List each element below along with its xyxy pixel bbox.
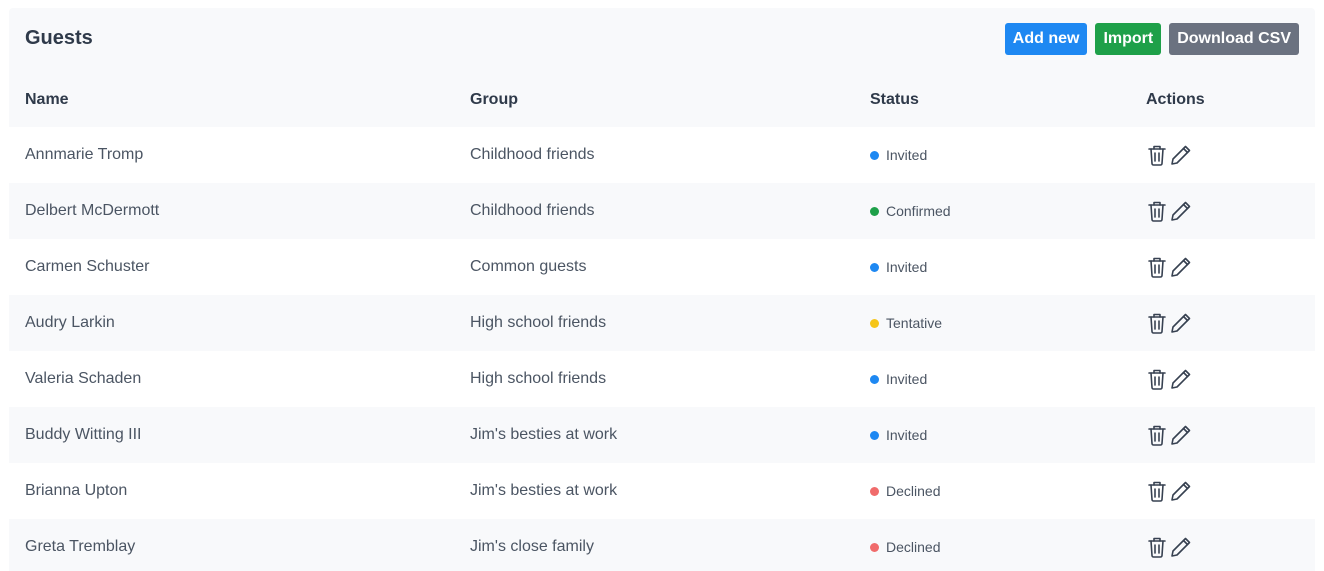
status-label: Invited bbox=[886, 371, 928, 387]
pencil-icon[interactable] bbox=[1170, 535, 1192, 559]
table-row: Annmarie Tromp Childhood friends Invited bbox=[9, 127, 1315, 183]
column-header-group: Group bbox=[470, 91, 518, 108]
status-dot-icon bbox=[870, 318, 879, 328]
status-dot-icon bbox=[870, 262, 879, 272]
status-dot-icon bbox=[870, 486, 879, 496]
guest-name: Greta Tremblay bbox=[25, 538, 136, 555]
row-actions bbox=[1146, 367, 1192, 391]
trash-icon[interactable] bbox=[1146, 199, 1168, 223]
status-label: Declined bbox=[886, 483, 941, 499]
trash-icon[interactable] bbox=[1146, 367, 1168, 391]
table-row: Carmen Schuster Common guests Invited bbox=[9, 239, 1315, 295]
table-row: Valeria Schaden High school friends Invite… bbox=[9, 351, 1315, 407]
download-csv-button[interactable]: Download CSV bbox=[1169, 23, 1299, 55]
row-actions bbox=[1146, 199, 1192, 223]
page-title: Guests bbox=[25, 27, 93, 49]
table-body: Annmarie Tromp Childhood friends Invited De… bbox=[9, 127, 1315, 571]
guest-name: Brianna Upton bbox=[25, 482, 128, 499]
table-row: Greta Tremblay Jim's close family Declined bbox=[9, 519, 1315, 571]
status-label: Invited bbox=[886, 147, 928, 163]
pencil-icon[interactable] bbox=[1170, 311, 1192, 335]
row-actions bbox=[1146, 143, 1192, 167]
row-actions bbox=[1146, 311, 1192, 335]
guest-group: Common guests bbox=[470, 258, 587, 275]
import-button[interactable]: Import bbox=[1095, 23, 1162, 55]
status-badge: Tentative bbox=[870, 315, 942, 331]
trash-icon[interactable] bbox=[1146, 479, 1168, 503]
pencil-icon[interactable] bbox=[1170, 423, 1192, 447]
table-row: Brianna Upton Jim's besties at work Declin… bbox=[9, 463, 1315, 519]
guest-group: High school friends bbox=[470, 370, 607, 387]
add-new-button[interactable]: Add new bbox=[1004, 23, 1088, 55]
guest-group: Jim's besties at work bbox=[470, 426, 618, 443]
guest-name: Delbert McDermott bbox=[25, 202, 160, 219]
status-dot-icon bbox=[870, 374, 879, 384]
guest-name: Audry Larkin bbox=[25, 314, 115, 331]
guest-name: Carmen Schuster bbox=[25, 258, 150, 275]
status-badge: Declined bbox=[870, 483, 940, 499]
status-badge: Invited bbox=[870, 427, 927, 443]
status-dot-icon bbox=[870, 542, 879, 552]
guest-name: Valeria Schaden bbox=[25, 370, 142, 387]
guest-group: Childhood friends bbox=[470, 146, 595, 163]
guest-group: Jim's besties at work bbox=[470, 482, 618, 499]
status-dot-icon bbox=[870, 206, 879, 216]
pencil-icon[interactable] bbox=[1170, 199, 1192, 223]
guest-name: Buddy Witting III bbox=[25, 426, 142, 443]
status-dot-icon bbox=[870, 150, 879, 160]
pencil-icon[interactable] bbox=[1170, 255, 1192, 279]
table-row: Delbert McDermott Childhood friends Confir… bbox=[9, 183, 1315, 239]
status-badge: Invited bbox=[870, 371, 927, 387]
column-header-actions: Actions bbox=[1146, 91, 1205, 108]
status-badge: Invited bbox=[870, 147, 927, 163]
header-actions: Add new Import Download CSV bbox=[1004, 23, 1299, 55]
row-actions bbox=[1146, 255, 1192, 279]
row-actions bbox=[1146, 535, 1192, 559]
status-label: Invited bbox=[886, 427, 928, 443]
trash-icon[interactable] bbox=[1146, 143, 1168, 167]
status-badge: Confirmed bbox=[870, 203, 951, 219]
guest-group: High school friends bbox=[470, 314, 607, 331]
row-actions bbox=[1146, 479, 1192, 503]
pencil-icon[interactable] bbox=[1170, 367, 1192, 391]
status-badge: Invited bbox=[870, 259, 927, 275]
status-label: Declined bbox=[886, 539, 941, 555]
guests-panel: Guests Add new Import Download CSV Name … bbox=[9, 8, 1315, 571]
trash-icon[interactable] bbox=[1146, 255, 1168, 279]
table-row: Audry Larkin High school friends Tentative bbox=[9, 295, 1315, 351]
guest-group: Jim's close family bbox=[470, 538, 594, 555]
status-badge: Declined bbox=[870, 539, 940, 555]
pencil-icon[interactable] bbox=[1170, 479, 1192, 503]
trash-icon[interactable] bbox=[1146, 423, 1168, 447]
column-header-name: Name bbox=[25, 91, 69, 108]
pencil-icon[interactable] bbox=[1170, 143, 1192, 167]
status-dot-icon bbox=[870, 430, 879, 440]
table-header: Name Group Status Actions bbox=[9, 72, 1315, 127]
status-label: Tentative bbox=[886, 315, 943, 331]
row-actions bbox=[1146, 423, 1192, 447]
guest-name: Annmarie Tromp bbox=[25, 146, 144, 163]
column-header-status: Status bbox=[870, 91, 919, 108]
table-row: Buddy Witting III Jim's besties at work In… bbox=[9, 407, 1315, 463]
trash-icon[interactable] bbox=[1146, 311, 1168, 335]
panel-header: Guests Add new Import Download CSV bbox=[9, 8, 1315, 72]
status-label: Invited bbox=[886, 259, 928, 275]
guest-group: Childhood friends bbox=[470, 202, 595, 219]
status-label: Confirmed bbox=[886, 203, 951, 219]
trash-icon[interactable] bbox=[1146, 535, 1168, 559]
